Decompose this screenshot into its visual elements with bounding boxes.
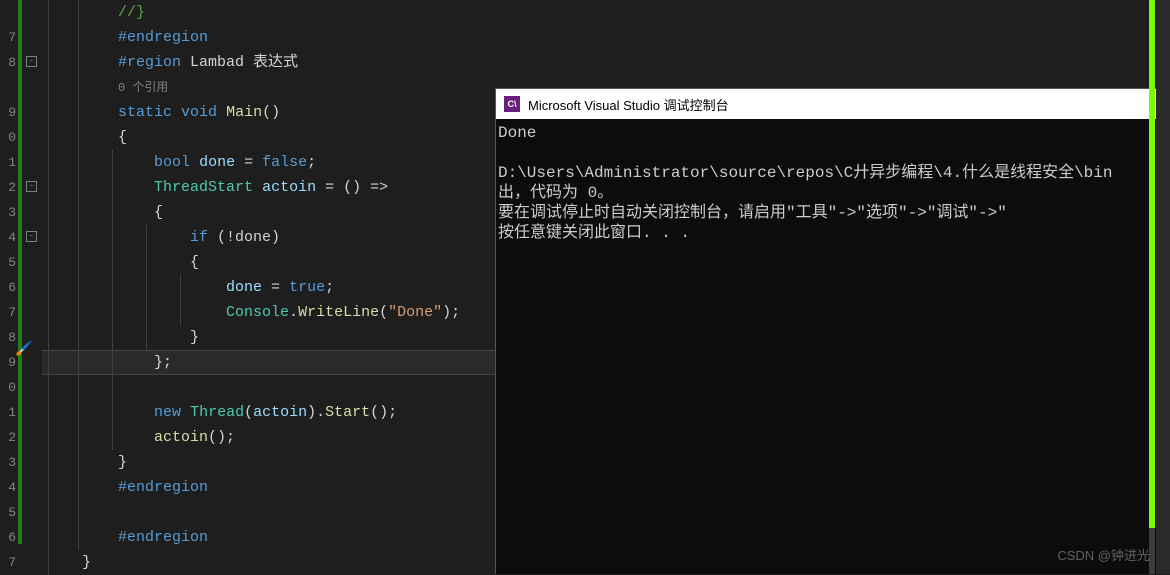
code-content[interactable]: //} #endregion #region Lambad 表达式 0 个引用 …: [42, 0, 495, 574]
code-line[interactable]: if (!done): [42, 225, 495, 250]
fold-column[interactable]: - - -: [22, 0, 42, 574]
vertical-scrollbar[interactable]: [1156, 0, 1170, 574]
code-line[interactable]: [42, 500, 495, 525]
code-line[interactable]: new Thread(actoin).Start();: [42, 400, 495, 425]
overview-ruler: [1149, 0, 1155, 574]
code-line[interactable]: #endregion: [42, 525, 495, 550]
code-line[interactable]: done = true;: [42, 275, 495, 300]
console-title-text: Microsoft Visual Studio 调试控制台: [528, 95, 729, 114]
fold-toggle-icon[interactable]: -: [26, 56, 37, 67]
debug-console-window[interactable]: C\ Microsoft Visual Studio 调试控制台 Done D:…: [495, 88, 1170, 574]
code-line[interactable]: Console.WriteLine("Done");: [42, 300, 495, 325]
fold-toggle-icon[interactable]: -: [26, 181, 37, 192]
code-editor[interactable]: 789012345678901234567 - - - 🖌️ //} #endr…: [0, 0, 495, 574]
line-number-gutter: 789012345678901234567: [0, 0, 18, 574]
codelens-line[interactable]: 0 个引用: [42, 75, 495, 100]
code-line[interactable]: static void Main(): [42, 100, 495, 125]
code-line[interactable]: {: [42, 250, 495, 275]
code-line-current[interactable]: };: [42, 350, 495, 375]
code-line[interactable]: }: [42, 325, 495, 350]
console-titlebar[interactable]: C\ Microsoft Visual Studio 调试控制台: [496, 89, 1170, 119]
fold-toggle-icon[interactable]: -: [26, 231, 37, 242]
code-line[interactable]: actoin();: [42, 425, 495, 450]
code-line[interactable]: #endregion: [42, 475, 495, 500]
code-line[interactable]: }: [42, 550, 495, 575]
code-line[interactable]: ThreadStart actoin = () =>: [42, 175, 495, 200]
lightbulb-icon[interactable]: 🖌️: [15, 341, 33, 359]
watermark-text: CSDN @钟进光: [1057, 545, 1150, 564]
code-line[interactable]: {: [42, 200, 495, 225]
console-output[interactable]: Done D:\Users\Administrator\source\repos…: [496, 119, 1170, 247]
code-line[interactable]: #region Lambad 表达式: [42, 50, 495, 75]
vs-icon: C\: [504, 96, 520, 112]
code-line[interactable]: bool done = false;: [42, 150, 495, 175]
code-line[interactable]: #endregion: [42, 25, 495, 50]
code-line[interactable]: {: [42, 125, 495, 150]
code-line[interactable]: }: [42, 450, 495, 475]
code-line[interactable]: //}: [42, 0, 495, 25]
code-line[interactable]: [42, 375, 495, 400]
